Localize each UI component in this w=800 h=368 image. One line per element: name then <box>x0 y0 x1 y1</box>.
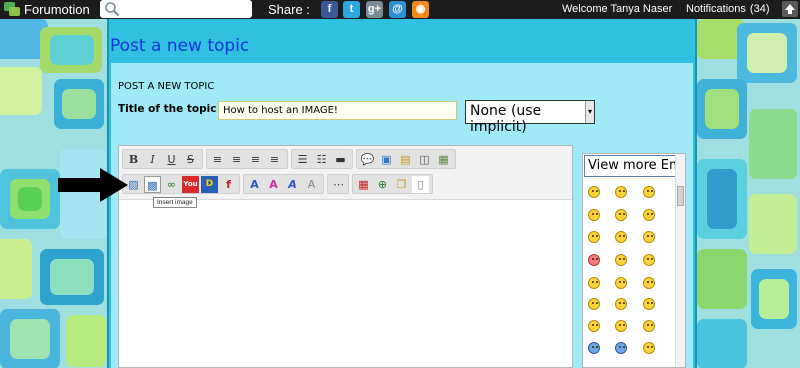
message-textarea[interactable] <box>119 201 572 367</box>
scroll-thumb[interactable] <box>677 186 684 206</box>
facebook-icon[interactable]: f <box>321 1 338 18</box>
code-icon[interactable]: ▣ <box>378 151 395 168</box>
numbered-list-icon[interactable]: ☷ <box>313 151 330 168</box>
table-icon[interactable]: ▦ <box>435 151 452 168</box>
youtube-icon[interactable]: You <box>182 176 199 193</box>
google-plus-icon[interactable]: g+ <box>366 1 383 18</box>
smiley-icon[interactable] <box>615 254 627 266</box>
copy-icon[interactable]: ❐ <box>393 176 410 193</box>
font-icon[interactable]: A <box>284 176 301 193</box>
notifications-count: (34) <box>749 3 770 15</box>
align-left-icon[interactable]: ≡ <box>209 151 226 168</box>
smiley-icon[interactable] <box>588 209 600 221</box>
color-icon[interactable]: A <box>265 176 282 193</box>
date-icon[interactable]: ▦ <box>355 176 372 193</box>
insert-group: 💬 ▣ ▤ ◫ ▦ <box>356 149 456 169</box>
smiley-icon[interactable] <box>643 320 655 332</box>
smiley-icon[interactable] <box>643 342 655 354</box>
justify-icon[interactable]: ≡ <box>266 151 283 168</box>
top-bar: Forumotion Share : f t g+ @ ◉ Welcome Ta… <box>0 0 800 19</box>
search-icon <box>105 2 120 17</box>
source-icon[interactable]: ▯ <box>412 176 429 193</box>
italic-icon[interactable]: I <box>144 151 161 168</box>
smiley-icon[interactable] <box>588 298 600 310</box>
misc-group: ▦ ⊕ ❐ ▯ <box>352 174 433 194</box>
strikethrough-icon[interactable]: S <box>182 151 199 168</box>
scroll-to-top-icon[interactable] <box>782 1 798 17</box>
more-icon[interactable]: ⊕ <box>374 176 391 193</box>
font-size-icon[interactable]: A <box>246 176 263 193</box>
bullet-list-icon[interactable]: ☰ <box>294 151 311 168</box>
smiley-icon[interactable] <box>588 277 600 289</box>
smiley-icon[interactable] <box>588 186 600 198</box>
horizontal-rule-icon[interactable]: ▬ <box>332 151 349 168</box>
flash-icon[interactable]: f <box>220 176 237 193</box>
smiley-icon[interactable] <box>643 277 655 289</box>
smiley-icon[interactable] <box>643 254 655 266</box>
arrow-pointer-icon <box>58 168 128 202</box>
quote-icon[interactable]: 💬 <box>359 151 376 168</box>
smiley-icon[interactable] <box>643 231 655 243</box>
brand-name[interactable]: Forumotion <box>24 2 90 17</box>
smiley-icon[interactable] <box>588 342 600 354</box>
search-input[interactable] <box>100 0 252 18</box>
smiley-icon[interactable] <box>643 209 655 221</box>
hide-icon[interactable]: ◫ <box>416 151 433 168</box>
smiley-icon[interactable] <box>615 342 627 354</box>
topic-title-input[interactable]: How to host an IMAGE! <box>218 101 457 120</box>
background-pattern-right <box>697 19 800 368</box>
list-group: ☰ ☷ ▬ <box>291 149 353 169</box>
smiley-icon[interactable] <box>588 254 600 266</box>
smiley-icon[interactable] <box>615 209 627 221</box>
smiley-icon[interactable] <box>588 231 600 243</box>
form-heading: POST A NEW TOPIC <box>118 81 215 92</box>
view-more-emoticons-link[interactable]: View more Emoticons <box>584 155 677 177</box>
topic-title-label: Title of the topic <box>118 103 217 115</box>
editor: B I U S ≡ ≡ ≡ ≡ ☰ ☷ ▬ 💬 ▣ ▤ ◫ ▦ ▨ ▩ ∞ Yo… <box>118 145 573 368</box>
line-icon[interactable]: ⋯ <box>330 176 347 193</box>
line-group: ⋯ <box>327 174 349 194</box>
share-label: Share : <box>268 2 310 17</box>
editor-toolbar: B I U S ≡ ≡ ≡ ≡ ☰ ☷ ▬ 💬 ▣ ▤ ◫ ▦ ▨ ▩ ∞ Yo… <box>119 146 572 200</box>
align-center-icon[interactable]: ≡ <box>228 151 245 168</box>
alignment-group: ≡ ≡ ≡ ≡ <box>206 149 288 169</box>
bold-icon[interactable]: B <box>125 151 142 168</box>
smiley-icon[interactable] <box>615 298 627 310</box>
link-icon[interactable]: ∞ <box>163 176 180 193</box>
media-group: ▨ ▩ ∞ You D f <box>122 174 240 194</box>
smiley-icon[interactable] <box>643 298 655 310</box>
forumotion-logo-icon[interactable] <box>4 2 20 16</box>
smiley-icon[interactable] <box>615 277 627 289</box>
twitter-icon[interactable]: t <box>343 1 360 18</box>
chevron-down-icon[interactable]: ▾ <box>585 101 594 123</box>
smiley-icon[interactable] <box>615 231 627 243</box>
spoiler-icon[interactable]: ▤ <box>397 151 414 168</box>
font-group: A A A A <box>243 174 324 194</box>
smileys-scrollbar[interactable] <box>675 154 685 367</box>
page-title: Post a new topic <box>110 36 250 56</box>
notifications-label: Notifications <box>686 3 746 15</box>
smiley-icon[interactable] <box>615 320 627 332</box>
smiley-icon[interactable] <box>615 186 627 198</box>
smiley-icon[interactable] <box>588 320 600 332</box>
underline-icon[interactable]: U <box>163 151 180 168</box>
insert-image-tooltip: Insert image <box>153 197 197 208</box>
align-right-icon[interactable]: ≡ <box>247 151 264 168</box>
host-image-icon[interactable]: ▩ <box>144 176 161 193</box>
dailymotion-icon[interactable]: D <box>201 176 218 193</box>
smiley-icon[interactable] <box>643 186 655 198</box>
welcome-user[interactable]: Welcome Tanya Naser <box>562 3 672 15</box>
email-icon[interactable]: @ <box>389 1 406 18</box>
topic-type-select[interactable]: None (use implicit) ▾ <box>465 100 595 135</box>
rss-icon[interactable]: ◉ <box>412 1 429 18</box>
notifications-link[interactable]: Notifications (34) <box>686 3 769 15</box>
text-style-group: B I U S <box>122 149 203 169</box>
remove-format-icon[interactable]: A <box>303 176 320 193</box>
